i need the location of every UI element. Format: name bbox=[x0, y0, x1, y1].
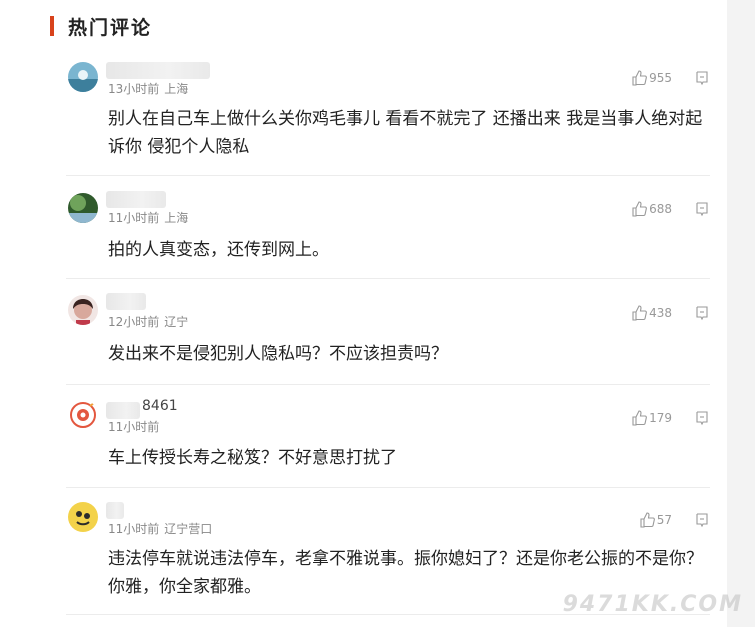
reply-button[interactable] bbox=[694, 201, 710, 221]
thumbs-up-icon bbox=[632, 201, 647, 217]
comment-time: 11小时前 bbox=[108, 420, 160, 434]
comment-time: 12小时前 bbox=[108, 315, 160, 329]
reply-bubble-icon bbox=[696, 71, 708, 86]
comment-location: 辽宁营口 bbox=[164, 522, 213, 536]
comment-time: 13小时前 bbox=[108, 82, 160, 96]
comment-text: 车上传授长寿之秘笈？不好意思打扰了 bbox=[108, 448, 397, 468]
reply-bubble-icon bbox=[696, 202, 708, 217]
comment-item: 8461 11小时前 179 车上传授长寿之秘笈？不好意思打扰了 bbox=[66, 396, 710, 488]
thumbs-up-icon bbox=[632, 410, 647, 426]
comment-text: 发出来不是侵犯别人隐私吗？不应该担责吗？ bbox=[108, 344, 448, 364]
comment-text: 别人在自己车上做什么关你鸡毛事儿 看看不就完了 还播出来 我是当事人绝对起诉你 … bbox=[108, 109, 703, 157]
like-count: 955 bbox=[649, 71, 672, 85]
reply-button[interactable] bbox=[694, 512, 710, 532]
reply-bubble-icon bbox=[696, 306, 708, 321]
avatar[interactable] bbox=[68, 400, 98, 430]
comment-location: 辽宁 bbox=[164, 315, 189, 329]
username-blurred[interactable] bbox=[106, 402, 140, 419]
username[interactable]: 8461 bbox=[142, 398, 178, 414]
comment-meta: 11小时前 上海 bbox=[108, 209, 188, 226]
username-blurred[interactable] bbox=[106, 191, 166, 208]
comment-item: 12小时前 辽宁 438 发出来不是侵犯别人隐私吗？不应该担责吗？ bbox=[66, 291, 710, 385]
reply-button[interactable] bbox=[694, 410, 710, 430]
comment-text: 拍的人真变态，还传到网上。 bbox=[108, 240, 329, 260]
avatar[interactable] bbox=[68, 193, 98, 223]
avatar[interactable] bbox=[68, 295, 98, 325]
reply-button[interactable] bbox=[694, 305, 710, 325]
username-blurred[interactable] bbox=[106, 502, 124, 519]
comment-item: 11小时前 上海 688 拍的人真变态，还传到网上。 bbox=[66, 187, 710, 279]
comment-time: 11小时前 bbox=[108, 211, 160, 225]
like-button[interactable]: 955 bbox=[631, 70, 672, 86]
avatar[interactable] bbox=[68, 62, 98, 92]
section-title: 热门评论 bbox=[68, 16, 153, 39]
hot-comments-panel: 热门评论 13小时前 上海 955 别人在自己车上做什么关你鸡毛事儿 看看不就完了… bbox=[0, 0, 727, 627]
thumbs-up-icon bbox=[640, 512, 655, 528]
like-count: 688 bbox=[649, 202, 672, 216]
comment-location: 上海 bbox=[164, 211, 189, 225]
site-watermark: 9471KK.COM bbox=[562, 592, 743, 617]
like-count: 179 bbox=[649, 411, 672, 425]
section-accent-bar bbox=[50, 16, 54, 36]
comment-time: 11小时前 bbox=[108, 522, 160, 536]
like-button[interactable]: 438 bbox=[631, 305, 672, 321]
avatar[interactable] bbox=[68, 502, 98, 532]
thumbs-up-icon bbox=[632, 70, 647, 86]
comment-meta: 11小时前 bbox=[108, 418, 159, 435]
like-count: 438 bbox=[649, 306, 672, 320]
comment-meta: 11小时前 辽宁营口 bbox=[108, 520, 212, 537]
like-count: 57 bbox=[656, 513, 672, 527]
thumbs-up-icon bbox=[632, 305, 647, 321]
reply-button[interactable] bbox=[694, 70, 710, 90]
like-button[interactable]: 688 bbox=[631, 201, 672, 217]
like-button[interactable]: 179 bbox=[631, 410, 672, 426]
username-blurred[interactable] bbox=[106, 62, 210, 79]
reply-bubble-icon bbox=[696, 513, 708, 528]
comment-location: 上海 bbox=[164, 82, 189, 96]
section-header: 热门评论 bbox=[50, 14, 153, 39]
comment-item: 13小时前 上海 955 别人在自己车上做什么关你鸡毛事儿 看看不就完了 还播出来… bbox=[66, 60, 710, 176]
reply-bubble-icon bbox=[696, 411, 708, 426]
comment-meta: 12小时前 辽宁 bbox=[108, 313, 188, 330]
comment-meta: 13小时前 上海 bbox=[108, 80, 188, 97]
username-blurred[interactable] bbox=[106, 293, 146, 310]
like-button[interactable]: 57 bbox=[639, 512, 672, 528]
